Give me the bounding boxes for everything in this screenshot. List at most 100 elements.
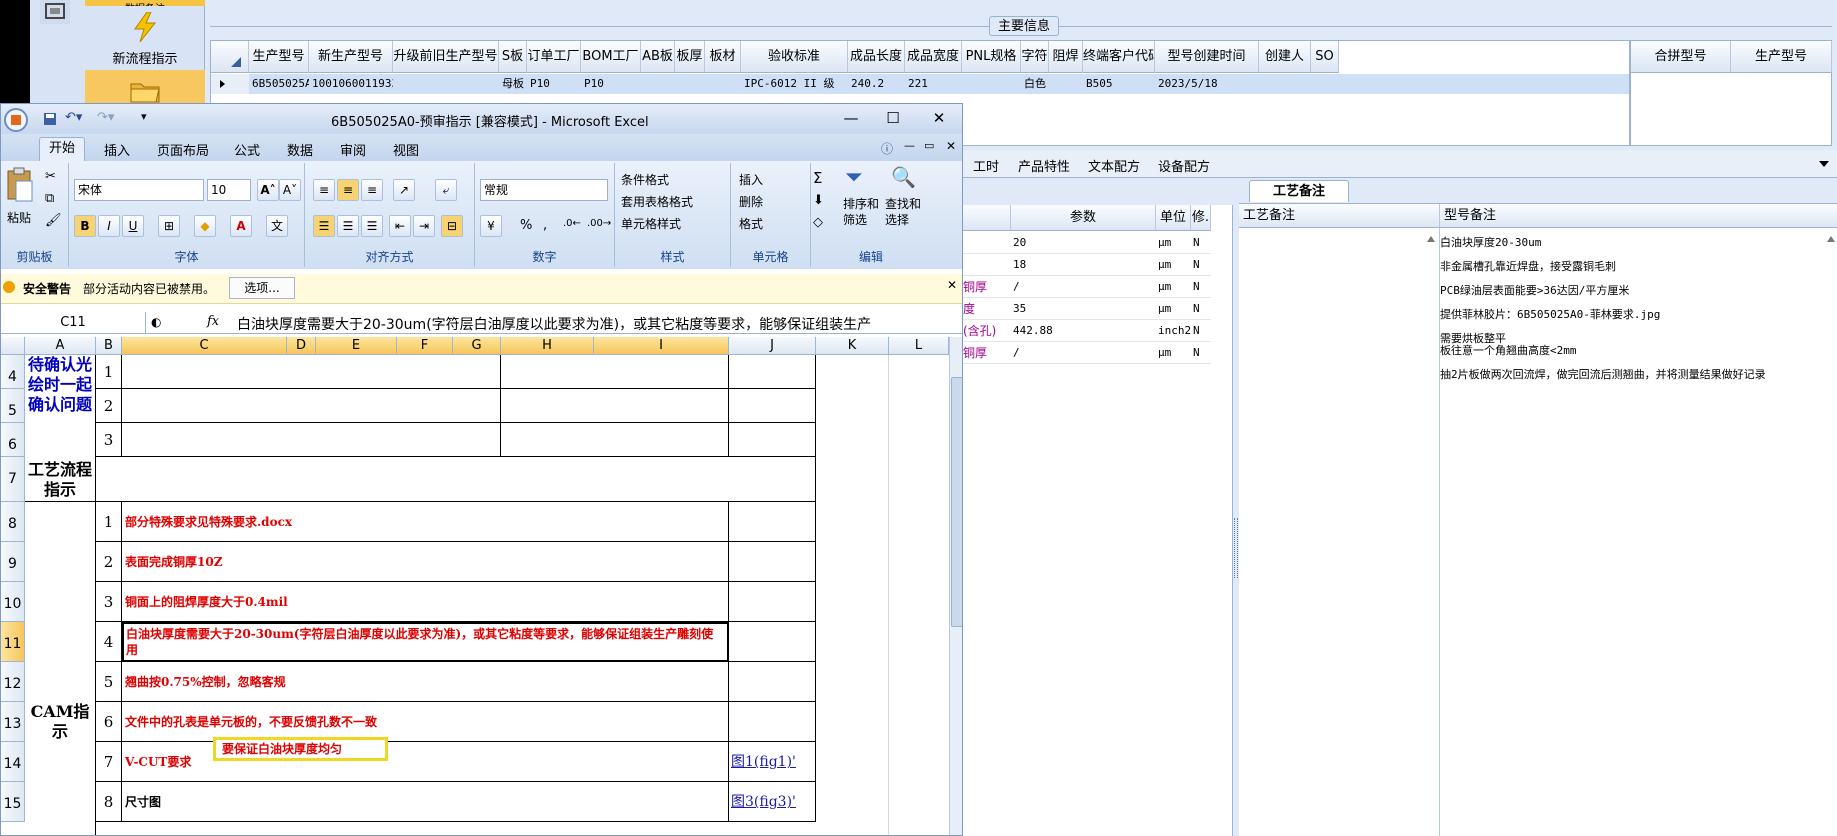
- cell-b-num[interactable]: 3: [96, 423, 122, 457]
- orientation-icon[interactable]: ↗: [393, 179, 415, 201]
- cell-b-num[interactable]: 1: [96, 355, 122, 389]
- scroll-up-icon[interactable]: [1426, 232, 1436, 246]
- maximize-icon[interactable]: ☐: [881, 109, 905, 127]
- cell-h-empty[interactable]: [501, 423, 729, 457]
- align-middle-icon[interactable]: ≡: [337, 179, 359, 201]
- column-header-k[interactable]: K: [816, 337, 889, 355]
- row-header-8[interactable]: 8: [1, 502, 25, 542]
- align-bottom-icon[interactable]: ≡: [361, 179, 383, 201]
- cam-item-number[interactable]: 2: [96, 542, 122, 582]
- column-header-g[interactable]: G: [453, 337, 501, 355]
- help-icon[interactable]: ⓘ: [881, 140, 893, 157]
- align-left-icon[interactable]: ☰: [313, 215, 335, 237]
- fill-icon[interactable]: ⬇: [813, 193, 824, 208]
- copy-icon[interactable]: ⧉: [45, 191, 54, 206]
- grid-cell[interactable]: 2023/5/18: [1155, 74, 1259, 94]
- cam-item-number[interactable]: 6: [96, 702, 122, 742]
- quick-access-menu-icon[interactable]: ▾: [141, 110, 147, 123]
- column-header-a[interactable]: A: [25, 337, 96, 355]
- delete-cells-button[interactable]: 删除: [739, 193, 763, 210]
- row-header-7[interactable]: 7: [1, 457, 25, 502]
- column-header-j[interactable]: J: [729, 337, 816, 355]
- number-format-select[interactable]: 常规: [480, 179, 608, 201]
- dropdown-arrow-icon[interactable]: [1818, 158, 1830, 172]
- cam-item-link-cell[interactable]: [729, 622, 816, 662]
- ribbon-min-icon[interactable]: —: [904, 139, 915, 152]
- column-header-l[interactable]: L: [889, 337, 949, 355]
- empty-columns-kl[interactable]: [816, 355, 949, 835]
- spreadsheet-grid[interactable]: A B C D E F G H I J K L 4 5 6 7 8 9 10 11 12 13 14 15 待确认光绘时一起确认…: [1, 337, 949, 835]
- sort-filter-icon[interactable]: ⏷: [845, 165, 863, 190]
- grid-cell[interactable]: 6B505025A0: [249, 74, 309, 94]
- row-header-15[interactable]: 15: [1, 782, 25, 822]
- cell-c-empty[interactable]: [122, 355, 501, 389]
- column-header-f[interactable]: F: [397, 337, 453, 355]
- shrink-font-icon[interactable]: A˅: [279, 179, 301, 201]
- grid-cell[interactable]: 母板: [499, 74, 527, 94]
- merge-cells-icon[interactable]: ⊟: [441, 215, 463, 237]
- tab-data[interactable]: 数据: [287, 140, 313, 159]
- tab-home[interactable]: 开始: [39, 137, 85, 161]
- office-button-icon[interactable]: [3, 107, 29, 136]
- param-value[interactable]: 442.88: [1011, 320, 1156, 342]
- grid-cell[interactable]: [705, 74, 741, 94]
- options-button[interactable]: 选项...: [229, 277, 295, 299]
- row-header-12[interactable]: 12: [1, 662, 25, 702]
- scan-icon[interactable]: [40, 0, 70, 24]
- column-header-d[interactable]: D: [287, 337, 316, 355]
- cell-a-cam[interactable]: CAM指示: [25, 502, 96, 835]
- cam-item-link-cell[interactable]: [729, 662, 816, 702]
- tab-page-layout[interactable]: 页面布局: [157, 140, 209, 159]
- align-right-icon[interactable]: ☰: [361, 215, 383, 237]
- grid-cell[interactable]: 221: [905, 74, 962, 94]
- fill-color-icon[interactable]: ◆: [194, 215, 216, 237]
- param-value[interactable]: /: [1011, 342, 1156, 364]
- scroll-up-icon-2[interactable]: [1826, 232, 1836, 246]
- cam-item-text[interactable]: 翘曲按0.75%控制，忽略客规: [122, 662, 729, 702]
- phonetic-icon[interactable]: 文: [266, 215, 288, 237]
- row-header-11[interactable]: 11: [1, 622, 25, 662]
- cell-b-num[interactable]: 2: [96, 389, 122, 423]
- column-header-c[interactable]: C: [122, 337, 287, 355]
- conditional-format-button[interactable]: 条件格式: [621, 171, 669, 188]
- row-header-4[interactable]: 4: [1, 355, 25, 389]
- border-icon[interactable]: ⊞: [158, 215, 180, 237]
- cell-j-empty[interactable]: [729, 355, 816, 389]
- cam-item-number[interactable]: 1: [96, 502, 122, 542]
- grid-cell[interactable]: [1259, 74, 1311, 94]
- find-select-icon[interactable]: 🔍: [891, 165, 916, 189]
- tab-text-recipe[interactable]: 文本配方: [1088, 156, 1140, 175]
- sort-label[interactable]: 排序和: [843, 195, 879, 212]
- redo-icon[interactable]: ↷▾: [97, 110, 114, 125]
- align-center-icon[interactable]: ☰: [337, 215, 359, 237]
- cell-a-confirm[interactable]: 待确认光绘时一起确认问题: [25, 355, 96, 457]
- row-header-6[interactable]: 6: [1, 423, 25, 457]
- cell-j-empty[interactable]: [729, 389, 816, 423]
- param-value[interactable]: 20: [1011, 232, 1156, 254]
- grid-cell[interactable]: 240.2: [848, 74, 905, 94]
- vertical-scrollbar[interactable]: [949, 337, 962, 835]
- cam-item-link-cell[interactable]: [729, 702, 816, 742]
- format-cells-button[interactable]: 格式: [739, 215, 763, 232]
- table-format-button[interactable]: 套用表格格式: [621, 193, 693, 210]
- underline-button[interactable]: U: [122, 215, 144, 237]
- grid-cell[interactable]: [1311, 74, 1339, 94]
- row-header-10[interactable]: 10: [1, 582, 25, 622]
- bold-button[interactable]: B: [74, 215, 96, 237]
- cell-h-empty[interactable]: [501, 389, 729, 423]
- insert-cells-button[interactable]: 插入: [739, 171, 763, 188]
- close-warning-icon[interactable]: ✕: [947, 278, 957, 292]
- cam-item-text[interactable]: 文件中的孔表是单元板的，不要反馈孔数不一致: [122, 702, 729, 742]
- cam-item-number[interactable]: 7: [96, 742, 122, 782]
- tab-product-features[interactable]: 产品特性: [1018, 156, 1070, 175]
- row-header-9[interactable]: 9: [1, 542, 25, 582]
- row-header-14[interactable]: 14: [1, 742, 25, 782]
- cell-j-empty[interactable]: [729, 423, 816, 457]
- cut-icon[interactable]: ✂: [45, 169, 56, 184]
- minimize-icon[interactable]: —: [839, 109, 863, 127]
- row-header-5[interactable]: 5: [1, 389, 25, 423]
- decrease-indent-icon[interactable]: ⇤: [389, 215, 411, 237]
- cam-item-text[interactable]: 铜面上的阻焊厚度大于0.4mil: [122, 582, 729, 622]
- param-value[interactable]: 18: [1011, 254, 1156, 276]
- fx-icon[interactable]: fx: [207, 314, 219, 329]
